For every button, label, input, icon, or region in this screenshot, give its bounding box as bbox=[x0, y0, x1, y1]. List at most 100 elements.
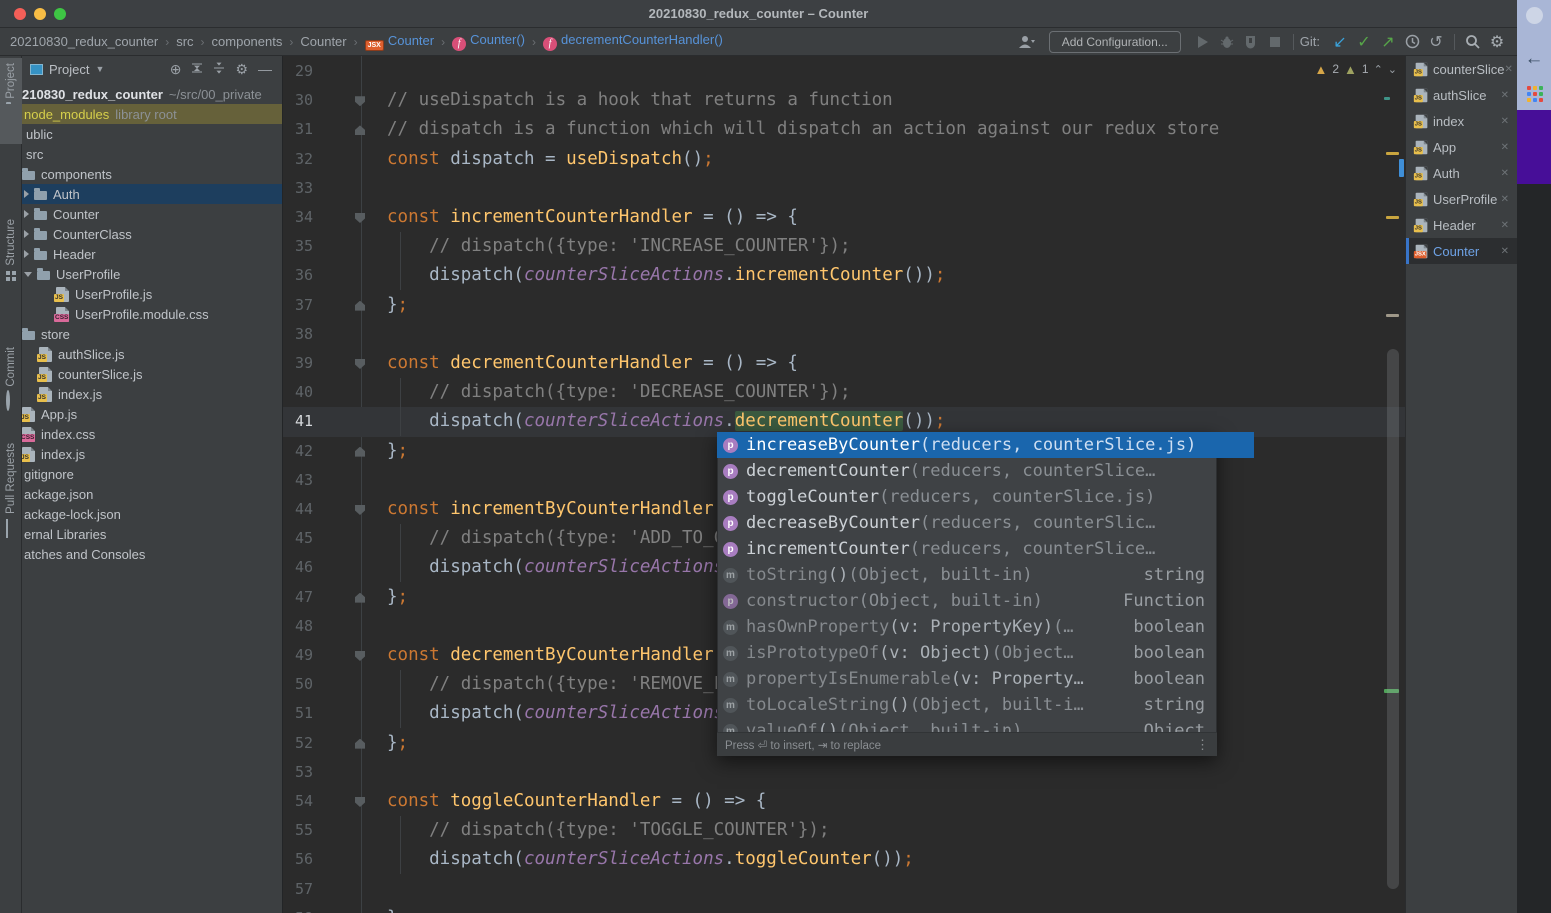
fold-marker-up[interactable] bbox=[355, 592, 365, 603]
line-number[interactable]: 29 bbox=[283, 57, 313, 86]
panel-settings-icon[interactable]: ⚙ bbox=[235, 61, 248, 78]
completion-item-decreaseByCounter[interactable]: p decreaseByCounter (reducers, counterSli… bbox=[717, 510, 1217, 536]
line-number[interactable]: 55 bbox=[283, 816, 313, 845]
line-number[interactable]: 58 bbox=[283, 904, 313, 913]
breadcrumb-item[interactable]: src bbox=[176, 34, 193, 49]
breadcrumb-item[interactable]: JSX Counter bbox=[364, 33, 434, 51]
close-icon[interactable]: ✕ bbox=[1501, 194, 1509, 205]
stripe-button-pull-requests[interactable]: Pull Requests bbox=[0, 438, 22, 566]
fold-marker-down[interactable] bbox=[355, 213, 365, 223]
tree-row-counter[interactable]: Counter bbox=[22, 204, 282, 224]
project-pane-title[interactable]: Project bbox=[49, 62, 89, 77]
fold-marker-up[interactable] bbox=[355, 738, 365, 749]
line-number[interactable]: 32 bbox=[283, 145, 313, 174]
line-number[interactable]: 44 bbox=[283, 495, 313, 524]
tree-row-ublic[interactable]: ublic bbox=[22, 124, 282, 144]
tree-row-index-js[interactable]: JS index.js bbox=[22, 384, 282, 404]
completion-item-incrementCounter[interactable]: p incrementCounter (reducers, counterSlic… bbox=[717, 536, 1217, 562]
editor-scrollbar[interactable] bbox=[1387, 349, 1399, 889]
code-line-35[interactable]: 35 // dispatch({type: 'INCREASE_COUNTER'… bbox=[283, 232, 1405, 261]
line-number[interactable]: 42 bbox=[283, 437, 313, 466]
chevron-right-icon[interactable] bbox=[24, 190, 29, 198]
completion-item-propertyIsEnumerable[interactable]: m propertyIsEnumerable (v: Property… boolea… bbox=[717, 666, 1217, 692]
code-line-31[interactable]: 31 // dispatch is a function which will d… bbox=[283, 115, 1405, 144]
code-line-40[interactable]: 40 // dispatch({type: 'DECREASE_COUNTER'… bbox=[283, 378, 1405, 407]
line-number[interactable]: 35 bbox=[283, 232, 313, 261]
tree-row-src[interactable]: src bbox=[22, 144, 282, 164]
completion-item-isPrototypeOf[interactable]: m isPrototypeOf (v: Object) (Object… boolea… bbox=[717, 640, 1217, 666]
line-number[interactable]: 51 bbox=[283, 699, 313, 728]
user-icon[interactable] bbox=[1015, 31, 1039, 53]
line-number[interactable]: 47 bbox=[283, 583, 313, 612]
tab-counter[interactable]: JSX Counter ✕ bbox=[1406, 238, 1517, 264]
code-line-55[interactable]: 55 // dispatch({type: 'TOGGLE_COUNTER'})… bbox=[283, 816, 1405, 845]
completion-item-decrementCounter[interactable]: p decrementCounter (reducers, counterSlic… bbox=[717, 458, 1217, 484]
tree-row-atches-and-consoles[interactable]: atches and Consoles bbox=[22, 544, 282, 564]
tree-row-userprofile-module-css[interactable]: CSS UserProfile.module.css bbox=[22, 304, 282, 324]
line-number[interactable]: 37 bbox=[283, 291, 313, 320]
fold-marker-up[interactable] bbox=[355, 446, 365, 457]
hide-panel-icon[interactable]: — bbox=[258, 61, 272, 77]
line-number[interactable]: 48 bbox=[283, 612, 313, 641]
line-number[interactable]: 49 bbox=[283, 641, 313, 670]
run-icon[interactable] bbox=[1191, 31, 1215, 53]
tree-row-app-js[interactable]: JS App.js bbox=[22, 404, 282, 424]
line-number[interactable]: 40 bbox=[283, 378, 313, 407]
git-commit-icon[interactable]: ✓ bbox=[1352, 31, 1376, 53]
coverage-icon[interactable] bbox=[1239, 31, 1263, 53]
breadcrumb-item[interactable]: components bbox=[212, 34, 283, 49]
stripe-button-commit[interactable]: Commit bbox=[0, 342, 22, 420]
line-number[interactable]: 53 bbox=[283, 758, 313, 787]
code-line-56[interactable]: 56 dispatch(counterSliceActions.toggleCo… bbox=[283, 845, 1405, 874]
tree-row-counterclass[interactable]: CounterClass bbox=[22, 224, 282, 244]
tree-row-index-css[interactable]: CSS index.css bbox=[22, 424, 282, 444]
history-icon[interactable] bbox=[1400, 31, 1424, 53]
locate-icon[interactable]: ⊕ bbox=[170, 61, 182, 78]
line-number[interactable]: 31 bbox=[283, 115, 313, 144]
fold-marker-up[interactable] bbox=[355, 300, 365, 311]
fold-marker-down[interactable] bbox=[355, 359, 365, 369]
completion-item-toggleCounter[interactable]: p toggleCounter (reducers, counterSlice.j… bbox=[717, 484, 1217, 510]
line-number[interactable]: 52 bbox=[283, 729, 313, 758]
debug-icon[interactable] bbox=[1215, 31, 1239, 53]
close-icon[interactable]: ✕ bbox=[1501, 246, 1509, 257]
tree-row-ernal-libraries[interactable]: ernal Libraries bbox=[22, 524, 282, 544]
chevron-right-icon[interactable] bbox=[24, 210, 29, 218]
chevron-down-icon[interactable] bbox=[24, 271, 32, 277]
line-number[interactable]: 54 bbox=[283, 787, 313, 816]
tree-row-node-modules[interactable]: node_modules library root bbox=[22, 104, 282, 124]
tree-row-gitignore[interactable]: gitignore bbox=[22, 464, 282, 484]
code-line-39[interactable]: 39 const decrementCounterHandler = () => … bbox=[283, 349, 1405, 378]
fold-marker-down[interactable] bbox=[355, 651, 365, 661]
completion-item-increaseByCounter[interactable]: p increaseByCounter (reducers, counterSli… bbox=[717, 432, 1254, 458]
code-line-33[interactable]: 33 bbox=[283, 174, 1405, 203]
code-line-38[interactable]: 38 bbox=[283, 320, 1405, 349]
breadcrumb-item[interactable]: 20210830_redux_counter bbox=[10, 34, 158, 49]
tab-authslice[interactable]: JS authSlice ✕ bbox=[1406, 82, 1517, 108]
chevron-right-icon[interactable] bbox=[24, 230, 29, 238]
line-number[interactable]: 46 bbox=[283, 553, 313, 582]
tree-row-ackage-json[interactable]: ackage.json bbox=[22, 484, 282, 504]
tab-counterslice[interactable]: JS counterSlice ✕ bbox=[1406, 56, 1517, 82]
tree-row-components[interactable]: components bbox=[22, 164, 282, 184]
line-number[interactable]: 41 bbox=[283, 407, 313, 436]
line-number[interactable]: 34 bbox=[283, 203, 313, 232]
code-line-36[interactable]: 36 dispatch(counterSliceActions.incremen… bbox=[283, 261, 1405, 290]
close-icon[interactable]: ✕ bbox=[1501, 142, 1509, 153]
stripe-mark-info[interactable] bbox=[1384, 97, 1390, 100]
tree-row-authslice-js[interactable]: JS authSlice.js bbox=[22, 344, 282, 364]
prev-problem-icon[interactable]: ⌃ bbox=[1374, 63, 1383, 76]
code-line-30[interactable]: 30 // useDispatch is a hook that returns … bbox=[283, 86, 1405, 115]
code-line-34[interactable]: 34 const incrementCounterHandler = () => … bbox=[283, 203, 1405, 232]
line-number[interactable]: 57 bbox=[283, 875, 313, 904]
tree-row-userprofile[interactable]: UserProfile bbox=[22, 264, 282, 284]
completion-item-constructor[interactable]: p constructor (Object, built-in) Function bbox=[717, 588, 1217, 614]
line-number[interactable]: 33 bbox=[283, 174, 313, 203]
close-icon[interactable]: ✕ bbox=[1505, 64, 1513, 75]
line-number[interactable]: 56 bbox=[283, 845, 313, 874]
next-problem-icon[interactable]: ⌄ bbox=[1388, 63, 1397, 76]
fold-marker-down[interactable] bbox=[355, 96, 365, 107]
chevron-down-icon[interactable]: ▼ bbox=[95, 64, 104, 74]
fold-marker-down[interactable] bbox=[355, 505, 365, 515]
completion-item-hasOwnProperty[interactable]: m hasOwnProperty (v: PropertyKey) (… boolea… bbox=[717, 614, 1217, 640]
